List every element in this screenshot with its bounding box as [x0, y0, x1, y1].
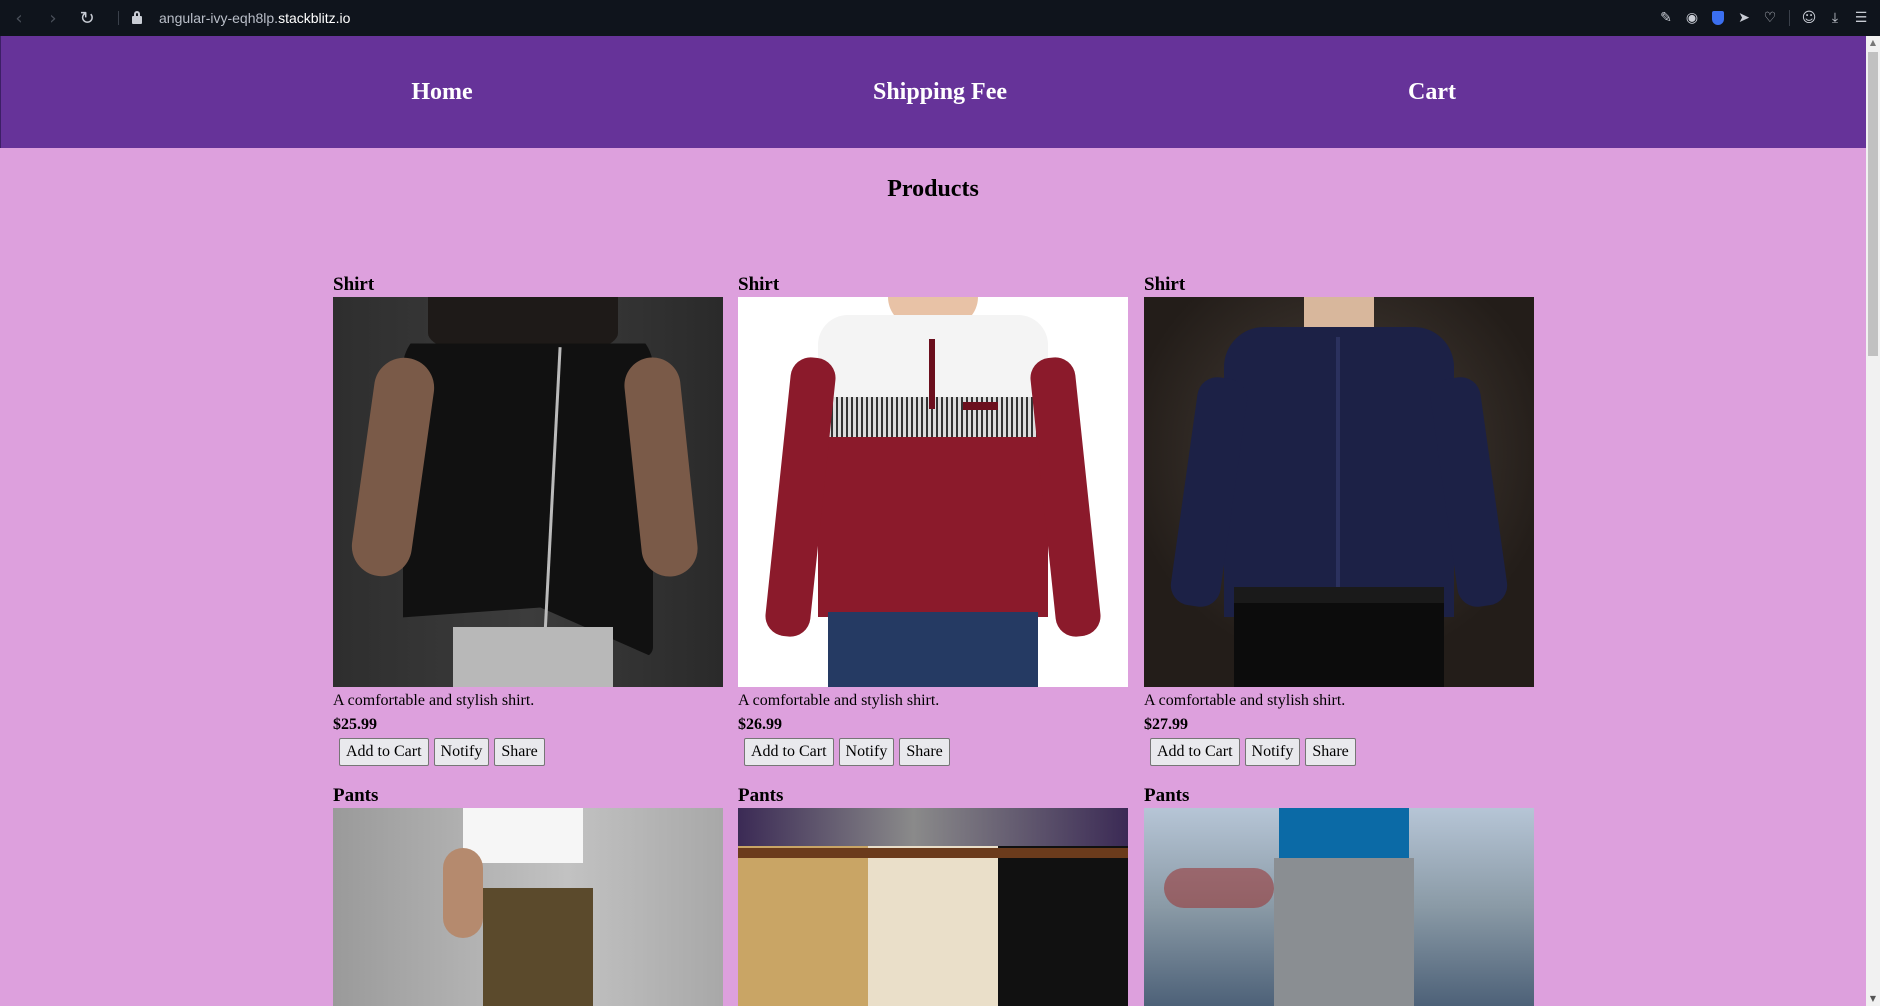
address-divider	[118, 11, 119, 25]
product-image[interactable]	[738, 297, 1128, 687]
product-description: A comfortable and stylish shirt.	[1144, 692, 1346, 709]
product-card: Shirt A comfortable and stylish shirt. $…	[738, 273, 1128, 766]
page-title: Products	[887, 176, 979, 202]
product-image[interactable]	[1144, 297, 1534, 687]
camera-icon[interactable]: ◉	[1679, 0, 1705, 36]
scroll-down-icon[interactable]: ▼	[1866, 992, 1880, 1006]
product-card: Shirt A comfortable and stylish shirt. $…	[1144, 273, 1534, 766]
page-scrollbar[interactable]: ▲ ▼	[1866, 36, 1880, 1006]
nav-home-link[interactable]: Home	[411, 36, 472, 148]
product-description: A comfortable and stylish shirt.	[333, 692, 535, 709]
product-image[interactable]	[333, 808, 723, 1006]
address-url[interactable]: angular-ivy-eqh8lp.stackblitz.io	[159, 10, 350, 26]
add-to-cart-button[interactable]: Add to Cart	[1150, 738, 1240, 766]
share-button[interactable]: Share	[494, 738, 545, 766]
product-name: Shirt	[1144, 274, 1186, 295]
notify-button[interactable]: Notify	[1244, 738, 1301, 766]
nav-cart-link[interactable]: Cart	[1408, 36, 1456, 148]
product-card: Pants	[333, 784, 723, 1006]
product-price: $27.99	[1144, 716, 1188, 733]
product-name: Shirt	[333, 274, 375, 295]
back-icon[interactable]: ‹	[2, 0, 36, 36]
lock-icon[interactable]	[129, 9, 145, 27]
product-card: Pants	[1144, 784, 1534, 1006]
add-to-cart-button[interactable]: Add to Cart	[339, 738, 429, 766]
nav-shipping-link[interactable]: Shipping Fee	[873, 36, 1007, 148]
edit-icon[interactable]: ✎	[1653, 0, 1679, 36]
product-price: $26.99	[738, 716, 782, 733]
notify-button[interactable]: Notify	[838, 738, 895, 766]
product-card: Shirt A comfortable and stylish shirt. $…	[333, 273, 723, 766]
shield-icon[interactable]	[1705, 0, 1731, 36]
reload-icon[interactable]: ↻	[70, 0, 104, 36]
share-button[interactable]: Share	[1305, 738, 1356, 766]
product-image[interactable]	[1144, 808, 1534, 1006]
scroll-up-icon[interactable]: ▲	[1866, 36, 1880, 50]
heart-icon[interactable]: ♡	[1757, 0, 1783, 36]
product-name: Pants	[1144, 785, 1190, 806]
product-card: Pants	[738, 784, 1128, 1006]
product-image[interactable]	[333, 297, 723, 687]
add-to-cart-button[interactable]: Add to Cart	[744, 738, 834, 766]
share-button[interactable]: Share	[899, 738, 950, 766]
notify-button[interactable]: Notify	[433, 738, 490, 766]
app-header: Home Shipping Fee Cart	[0, 36, 1866, 148]
product-image[interactable]	[738, 808, 1128, 1006]
product-price: $25.99	[333, 716, 377, 733]
menu-icon[interactable]: ☰	[1848, 0, 1874, 36]
product-description: A comfortable and stylish shirt.	[738, 692, 940, 709]
forward-icon[interactable]: ›	[36, 0, 70, 36]
profile-icon[interactable]: ☺	[1796, 0, 1822, 36]
product-name: Shirt	[738, 274, 780, 295]
scroll-thumb[interactable]	[1868, 52, 1878, 356]
download-icon[interactable]: ⤓	[1822, 0, 1848, 36]
product-name: Pants	[333, 785, 379, 806]
browser-toolbar: ‹ › ↻ angular-ivy-eqh8lp.stackblitz.io ✎…	[0, 0, 1880, 36]
send-icon[interactable]: ➤	[1731, 0, 1757, 36]
product-name: Pants	[738, 785, 784, 806]
address-bar[interactable]: angular-ivy-eqh8lp.stackblitz.io	[114, 9, 350, 27]
